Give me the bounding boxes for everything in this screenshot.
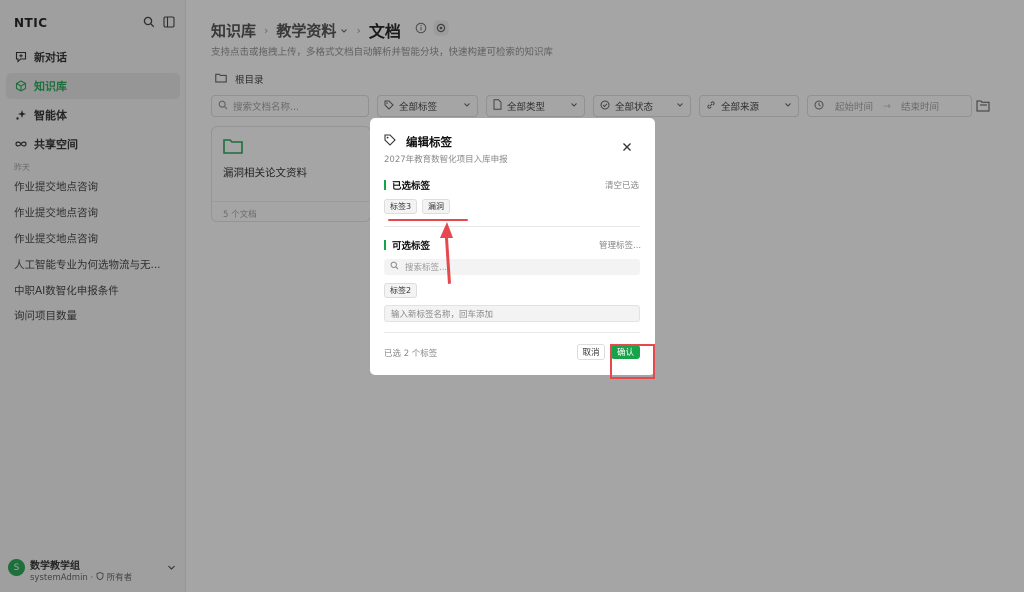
selected-tag[interactable]: 标签3 bbox=[384, 199, 418, 214]
section-accent-bar bbox=[384, 180, 386, 190]
annotation-highlight-box bbox=[610, 344, 655, 379]
new-tag-input[interactable]: 输入新标签名称，回车添加 bbox=[384, 305, 640, 322]
search-icon bbox=[390, 261, 399, 273]
divider bbox=[384, 332, 640, 333]
section-accent-bar bbox=[384, 240, 386, 250]
selected-tags-title: 已选标签 bbox=[392, 181, 431, 192]
divider bbox=[384, 226, 640, 227]
clear-selected-link[interactable]: 清空已选 bbox=[605, 179, 639, 191]
dialog-subtitle: 2027年教育数智化项目入库申报 bbox=[384, 155, 508, 165]
manage-tags-link[interactable]: 管理标签... bbox=[599, 239, 641, 251]
available-tags-title: 可选标签 bbox=[392, 241, 431, 252]
selected-tag[interactable]: 漏洞 bbox=[422, 199, 450, 214]
tag-search-input[interactable]: 搜索标签... bbox=[384, 259, 640, 275]
available-tag[interactable]: 标签2 bbox=[384, 283, 418, 298]
cancel-button[interactable]: 取消 bbox=[577, 344, 605, 360]
edit-tags-dialog: 编辑标签 2027年教育数智化项目入库申报 已选标签 清空已选 标签3 漏洞 可… bbox=[370, 118, 655, 375]
available-tags-heading: 可选标签 bbox=[384, 238, 430, 252]
tag-icon bbox=[384, 134, 396, 149]
annotation-arrow-icon bbox=[436, 220, 458, 289]
dialog-title: 编辑标签 bbox=[406, 135, 452, 149]
close-icon[interactable] bbox=[622, 142, 632, 155]
selected-count: 已选 2 个标签 bbox=[384, 349, 438, 359]
selected-tags-heading: 已选标签 bbox=[384, 178, 430, 192]
